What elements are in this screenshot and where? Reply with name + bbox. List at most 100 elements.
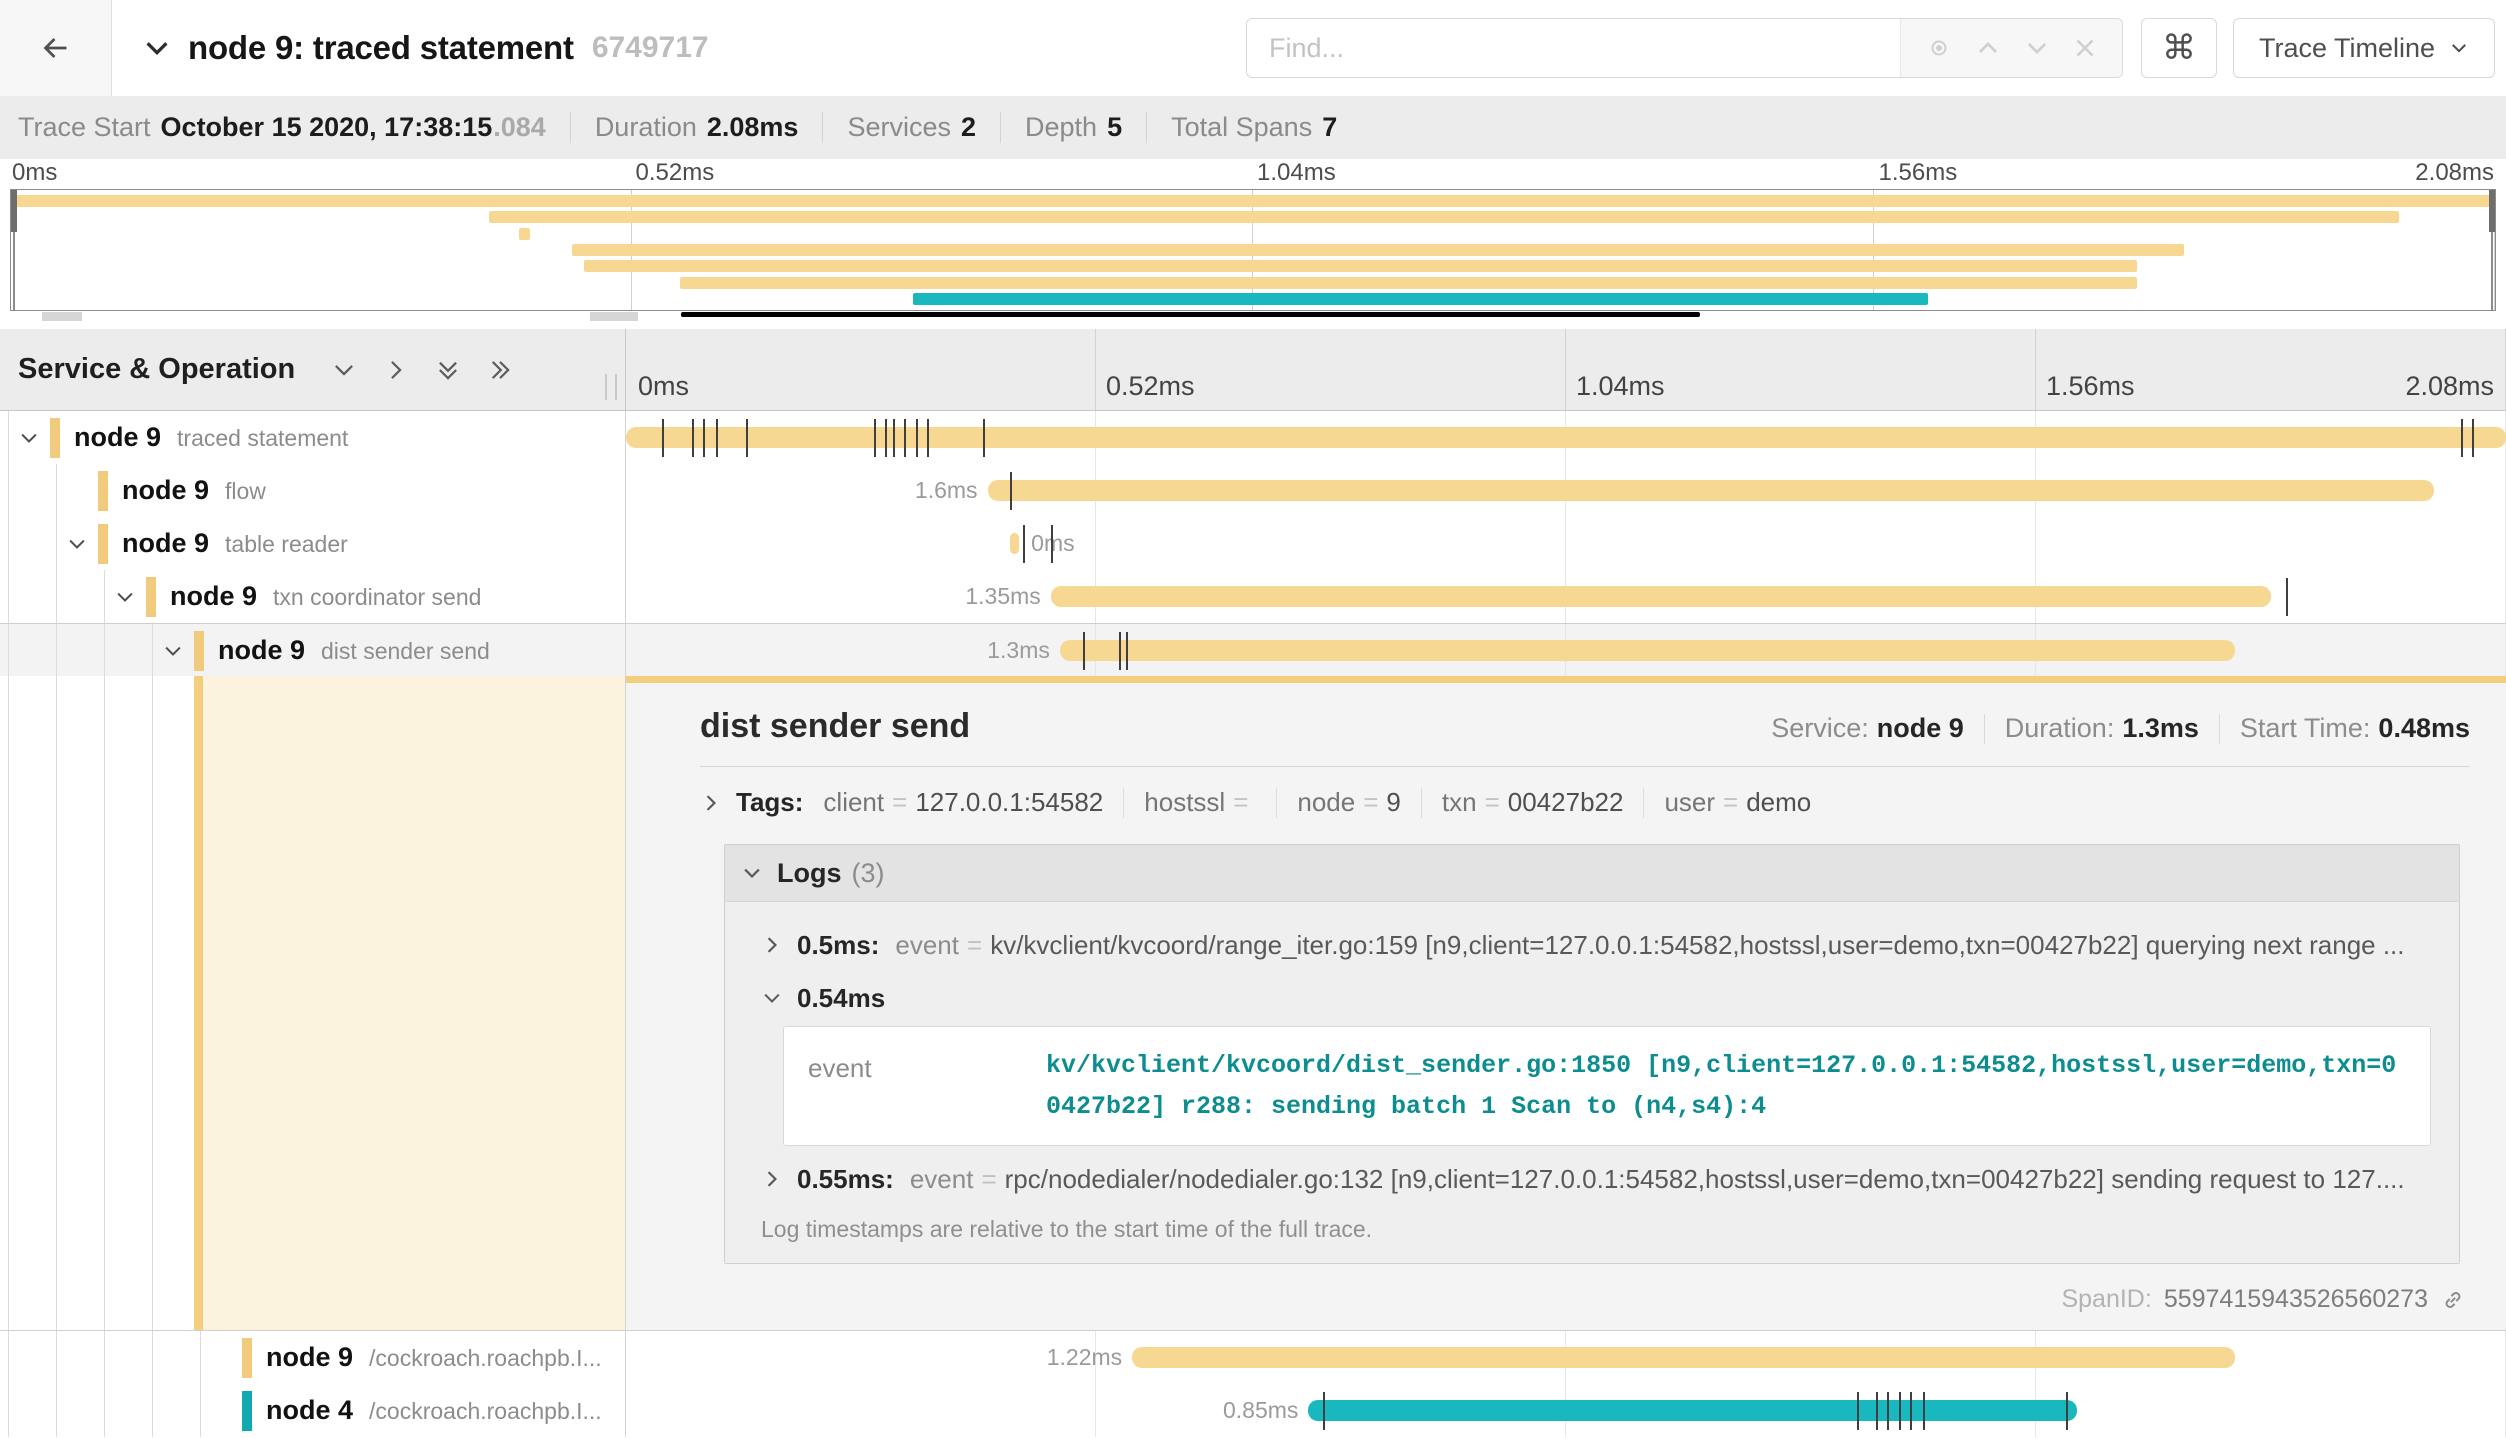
span-bar[interactable] bbox=[1308, 1400, 2076, 1421]
page-title: node 9: traced statement bbox=[188, 29, 574, 67]
tag-value: 00427b22 bbox=[1508, 787, 1624, 818]
span-log-tick bbox=[1899, 1392, 1901, 1430]
expand-all-icon[interactable] bbox=[487, 357, 513, 383]
tree-guide bbox=[152, 1384, 153, 1437]
span-bar[interactable] bbox=[1060, 640, 2235, 661]
minimap-span-bar bbox=[11, 195, 2495, 207]
span-bar[interactable] bbox=[988, 480, 2434, 501]
span-log-tick bbox=[885, 419, 887, 457]
collapse-all-icon[interactable] bbox=[435, 357, 461, 383]
span-log-tick bbox=[1010, 472, 1012, 510]
expand-one-icon[interactable] bbox=[383, 357, 409, 383]
tag-key: txn bbox=[1442, 787, 1477, 818]
find-suffix-controls bbox=[1900, 19, 2122, 77]
minimap-bars bbox=[11, 190, 2495, 310]
span-name-cell[interactable]: node 4/cockroach.roachpb.I... bbox=[0, 1384, 626, 1437]
span-duration-label: 1.22ms bbox=[1047, 1331, 1122, 1384]
start-time-value: 0.48ms bbox=[2378, 713, 2470, 744]
chevron-down-icon bbox=[761, 987, 783, 1009]
view-selector-label: Trace Timeline bbox=[2259, 33, 2435, 64]
chevron-down-icon[interactable] bbox=[114, 586, 136, 613]
chevron-down-icon[interactable] bbox=[66, 533, 88, 560]
span-row[interactable]: node 9traced statement bbox=[0, 411, 2506, 464]
tree-guide bbox=[56, 1384, 57, 1437]
minimap-canvas[interactable] bbox=[10, 189, 2496, 311]
clear-find-icon[interactable] bbox=[2073, 36, 2097, 60]
ruler-tick: 1.56ms bbox=[1879, 159, 1958, 187]
span-log-tick bbox=[1910, 1392, 1912, 1430]
tags-row[interactable]: Tags: client=127.0.0.1:54582hostssl=node… bbox=[700, 787, 2470, 818]
minimap-left-handle[interactable] bbox=[11, 190, 17, 232]
span-bar[interactable] bbox=[626, 427, 2506, 448]
span-log-tick bbox=[716, 419, 718, 457]
span-row[interactable]: node 9txn coordinator send1.35ms bbox=[0, 570, 2506, 623]
span-row[interactable]: node 9dist sender send1.3ms bbox=[0, 623, 2506, 676]
service-color-chip bbox=[50, 418, 60, 458]
tags-list: client=127.0.0.1:54582hostssl=node=9txn=… bbox=[823, 787, 1811, 818]
span-name-cell[interactable]: node 9flow bbox=[0, 464, 626, 517]
minimap-span-bar bbox=[572, 244, 2184, 256]
service-color-chip bbox=[98, 471, 108, 511]
span-name-cell[interactable]: node 9dist sender send bbox=[0, 624, 626, 676]
span-log-tick bbox=[2472, 419, 2474, 457]
column-resizer-grip[interactable] bbox=[605, 374, 617, 400]
view-selector-button[interactable]: Trace Timeline bbox=[2233, 18, 2495, 78]
span-row[interactable]: node 9table reader0ms bbox=[0, 517, 2506, 570]
minimap-grab-handle[interactable] bbox=[42, 312, 82, 321]
detail-header-row: dist sender send Service: node 9 Duratio… bbox=[700, 707, 2470, 746]
span-bar[interactable] bbox=[1010, 533, 1019, 554]
chevron-down-icon bbox=[741, 862, 763, 884]
collapse-trace-chevron-icon[interactable] bbox=[142, 33, 172, 63]
span-name-cell[interactable]: node 9table reader bbox=[0, 517, 626, 570]
span-log-tick bbox=[983, 419, 985, 457]
span-row[interactable]: node 4/cockroach.roachpb.I... 0.85ms bbox=[0, 1384, 2506, 1437]
deep-link-icon[interactable] bbox=[2440, 1287, 2466, 1313]
trace-minimap: 0ms 0.52ms 1.04ms 1.56ms 2.08ms bbox=[0, 159, 2506, 329]
log-entry-collapsed[interactable]: 0.55ms:event=rpc/nodedialer/nodedialer.g… bbox=[761, 1156, 2439, 1202]
tree-guide bbox=[56, 1331, 57, 1384]
service-name: node 9 bbox=[170, 570, 257, 623]
tree-guide bbox=[104, 1384, 105, 1437]
span-log-tick bbox=[1051, 525, 1053, 563]
span-timeline-cell: 1.35ms bbox=[626, 570, 2506, 623]
span-row[interactable]: node 9flow 1.6ms bbox=[0, 464, 2506, 517]
span-name-cell[interactable]: node 9txn coordinator send bbox=[0, 570, 626, 623]
span-bar[interactable] bbox=[1051, 586, 2271, 607]
span-bar[interactable] bbox=[1132, 1347, 2235, 1368]
log-field-equals: = bbox=[981, 1164, 996, 1195]
span-id-label: SpanID: bbox=[2061, 1285, 2151, 1314]
chevron-down-icon[interactable] bbox=[162, 640, 184, 667]
minimap-scrollbar-thumb[interactable] bbox=[681, 312, 1700, 317]
span-row[interactable]: node 9/cockroach.roachpb.I... 1.22ms bbox=[0, 1331, 2506, 1384]
collapse-one-icon[interactable] bbox=[331, 357, 357, 383]
span-log-tick bbox=[2286, 578, 2288, 616]
back-button[interactable] bbox=[0, 0, 112, 96]
minimap-right-handle[interactable] bbox=[2489, 190, 2495, 232]
tree-guide bbox=[200, 1384, 201, 1437]
tag-separator bbox=[1276, 788, 1277, 818]
minimap-grab-handle[interactable] bbox=[590, 312, 638, 321]
span-name-cell[interactable]: node 9/cockroach.roachpb.I... bbox=[0, 1331, 626, 1384]
tag-value: 9 bbox=[1386, 787, 1400, 818]
keyboard-shortcuts-button[interactable]: ⌘ bbox=[2141, 18, 2217, 78]
logs-header[interactable]: Logs (3) bbox=[725, 845, 2459, 901]
timeline-ruler: 0ms 0.52ms 1.04ms 1.56ms 2.08ms bbox=[626, 329, 2506, 410]
find-prev-icon[interactable] bbox=[1975, 35, 2001, 61]
ruler-tick: 0.52ms bbox=[636, 159, 715, 187]
span-id-value: 5597415943526560273 bbox=[2164, 1285, 2428, 1314]
find-input[interactable] bbox=[1247, 19, 1900, 77]
minimap-span-bar bbox=[584, 260, 2137, 272]
span-duration-label: 0.85ms bbox=[1223, 1384, 1298, 1437]
log-field-value: kv/kvclient/kvcoord/dist_sender.go:1850 … bbox=[1046, 1045, 2406, 1127]
span-name-cell[interactable]: node 9traced statement bbox=[0, 411, 626, 464]
chevron-down-icon[interactable] bbox=[18, 427, 40, 454]
tree-guide bbox=[104, 1331, 105, 1384]
log-entry-collapsed[interactable]: 0.5ms:event=kv/kvclient/kvcoord/range_it… bbox=[761, 922, 2439, 968]
ruler-tick: 0ms bbox=[638, 371, 689, 402]
service-name: node 9 bbox=[122, 464, 209, 517]
log-entry-expanded-header[interactable]: 0.54ms bbox=[761, 976, 2439, 1020]
log-timestamp: 0.5ms: bbox=[797, 930, 879, 961]
span-duration-label: 1.6ms bbox=[915, 464, 978, 517]
locate-icon[interactable] bbox=[1926, 35, 1952, 61]
find-next-icon[interactable] bbox=[2024, 35, 2050, 61]
